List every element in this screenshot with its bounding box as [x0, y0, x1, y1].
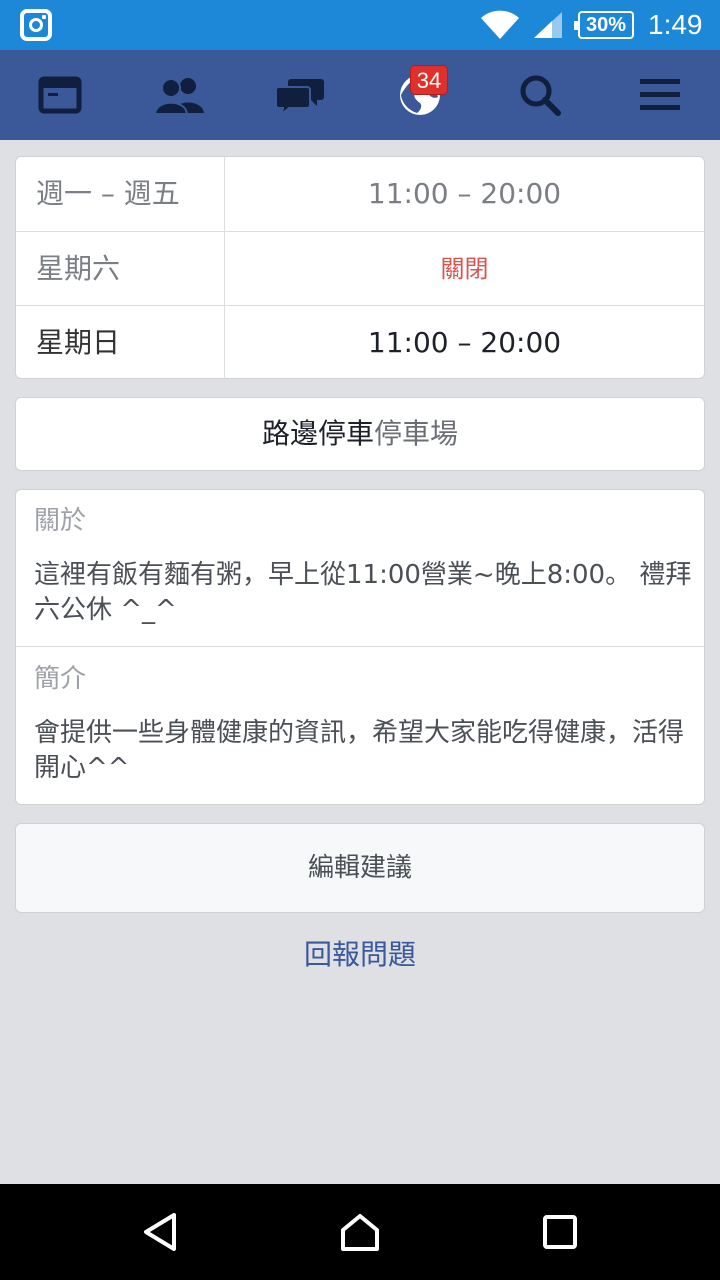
recents-button[interactable]	[500, 1184, 620, 1280]
status-bar: 30% 1:49	[0, 0, 720, 50]
recents-icon	[543, 1215, 577, 1249]
status-clock: 1:49	[648, 9, 703, 40]
system-nav-bar	[0, 1184, 720, 1280]
nav-menu[interactable]	[600, 50, 720, 140]
parking-card: 路邊停車停車場	[15, 397, 705, 471]
home-button[interactable]	[300, 1184, 420, 1280]
signal-icon	[534, 12, 562, 38]
nav-search[interactable]	[480, 50, 600, 140]
back-button[interactable]	[100, 1184, 220, 1280]
hours-row-today: 星期日 11:00 – 20:00	[16, 305, 704, 380]
hours-time: 11:00 – 20:00	[224, 157, 704, 231]
about-card: 關於 這裡有飯有麵有粥，早上從11:00營業~晚上8:00。 禮拜六公休 ^_^…	[15, 489, 705, 805]
report-problem-link[interactable]: 回報問題	[0, 930, 720, 980]
intro-text: 會提供一些身體健康的資訊，希望大家能吃得健康，活得開心^^	[34, 718, 685, 783]
parking-lot: 停車場	[374, 417, 459, 450]
menu-icon	[640, 79, 680, 110]
hours-time-closed: 關閉	[224, 232, 704, 306]
opening-hours-card: 週一 – 週五 11:00 – 20:00 星期六 關閉 星期日 11:00 –…	[15, 156, 705, 380]
hours-row: 星期六 關閉	[16, 231, 704, 306]
hours-day: 星期日	[36, 326, 121, 359]
instagram-icon	[20, 9, 52, 41]
nav-news-feed[interactable]	[0, 50, 120, 140]
nav-messages[interactable]	[240, 50, 360, 140]
hours-time: 11:00 – 20:00	[224, 306, 704, 380]
home-icon	[341, 1214, 379, 1251]
search-icon	[520, 75, 561, 116]
intro-label: 簡介	[34, 664, 87, 694]
messages-icon	[275, 79, 324, 115]
about-text: 這裡有飯有麵有粥，早上從11:00營業~晚上8:00。 禮拜六公休 ^_^	[34, 560, 692, 625]
notification-badge: 34	[410, 65, 448, 95]
news-feed-icon	[38, 76, 82, 114]
hours-day: 星期六	[36, 252, 121, 285]
friends-icon	[154, 78, 204, 115]
parking-street: 路邊停車	[261, 417, 374, 450]
wifi-icon	[481, 10, 519, 39]
back-icon	[144, 1213, 176, 1251]
hours-day: 週一 – 週五	[36, 177, 180, 210]
intro-section: 簡介 會提供一些身體健康的資訊，希望大家能吃得健康，活得開心^^	[16, 648, 704, 804]
about-label: 關於	[34, 506, 87, 536]
top-nav-bar: 34	[0, 50, 720, 140]
nav-friends[interactable]	[120, 50, 240, 140]
edit-suggestion-button[interactable]: 編輯建議	[15, 823, 705, 913]
about-section: 關於 這裡有飯有麵有粥，早上從11:00營業~晚上8:00。 禮拜六公休 ^_^	[16, 490, 704, 647]
battery-indicator: 30%	[574, 11, 634, 39]
hours-row: 週一 – 週五 11:00 – 20:00	[16, 157, 704, 231]
